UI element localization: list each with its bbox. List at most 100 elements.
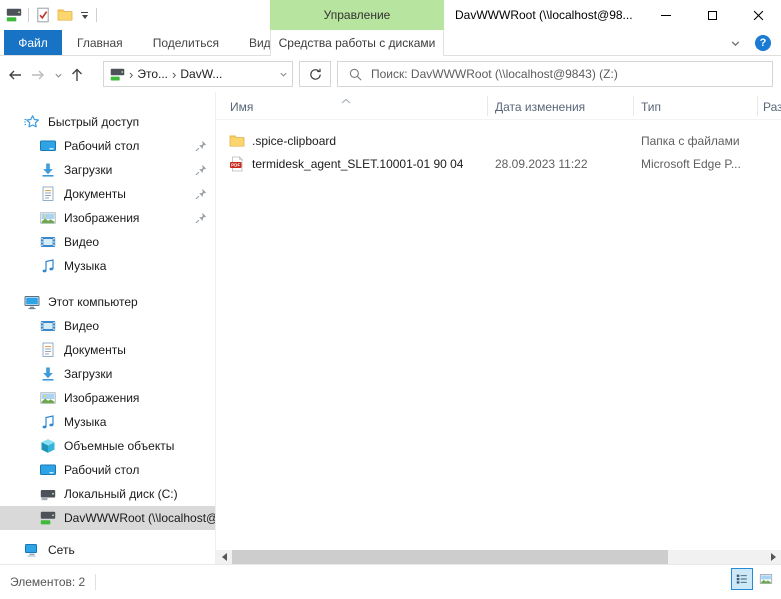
quick-access-star-icon	[24, 114, 40, 130]
thumbnails-view-button[interactable]	[755, 568, 777, 590]
up-button[interactable]	[68, 66, 86, 84]
column-header-name[interactable]: Имя	[230, 100, 253, 114]
pin-icon	[195, 140, 207, 152]
pin-icon	[195, 188, 207, 200]
sidebar-item-pc-desktop[interactable]: Рабочий стол	[0, 458, 215, 482]
sort-ascending-icon[interactable]	[341, 93, 351, 99]
sidebar-item-pc-videos[interactable]: Видео	[0, 314, 215, 338]
file-name[interactable]: termidesk_agent_SLET.10001-01 90 04	[252, 157, 463, 171]
sidebar-item-pc-music[interactable]: Музыка	[0, 410, 215, 434]
pdf-icon: PDF	[229, 156, 245, 172]
contextual-tab-group-header[interactable]: Управление	[270, 0, 444, 30]
breadcrumb-item-current-folder[interactable]: DavW...	[180, 67, 222, 81]
tab-drive-tools[interactable]: Средства работы с дисками	[270, 30, 444, 56]
sidebar-item-pc-downloads[interactable]: Загрузки	[0, 362, 215, 386]
network-drive-icon	[40, 510, 56, 526]
scrollbar-thumb[interactable]	[232, 550, 668, 564]
sidebar-item-local-disk-c[interactable]: Локальный диск (C:)	[0, 482, 215, 506]
content-area: Быстрый доступ Рабочий стол Загрузки Док…	[0, 92, 781, 564]
items-count: Элементов: 2	[10, 575, 85, 589]
sidebar-item-this-pc[interactable]: Этот компьютер	[0, 290, 215, 314]
local-disk-icon	[40, 486, 56, 502]
separator	[96, 8, 97, 22]
file-list: Имя Дата изменения Тип Разм .spice-clipb…	[216, 92, 781, 564]
document-icon	[40, 186, 56, 202]
file-type: Microsoft Edge P...	[641, 157, 741, 171]
breadcrumb-item-this-pc[interactable]: Это...	[137, 67, 168, 81]
column-header-type[interactable]: Тип	[641, 100, 661, 114]
sidebar-item-3d-objects[interactable]: Объемные объекты	[0, 434, 215, 458]
file-name[interactable]: .spice-clipboard	[252, 134, 336, 148]
video-icon	[40, 234, 56, 250]
triangle-left-icon	[222, 553, 227, 561]
horizontal-scrollbar[interactable]	[216, 550, 781, 564]
refresh-button[interactable]	[299, 61, 331, 87]
sidebar-item-pictures[interactable]: Изображения	[0, 206, 215, 230]
scroll-left-button[interactable]	[216, 550, 232, 564]
folder-icon	[229, 133, 245, 149]
expand-ribbon-chevron-icon[interactable]	[730, 38, 741, 49]
music-icon	[40, 414, 56, 430]
chevron-down-icon	[82, 15, 88, 19]
details-view-button[interactable]	[731, 568, 753, 590]
scroll-right-button[interactable]	[765, 550, 781, 564]
window-controls	[643, 0, 781, 30]
pictures-icon	[40, 210, 56, 226]
column-header-size[interactable]: Разм	[763, 100, 781, 114]
music-icon	[40, 258, 56, 274]
sidebar-item-quick-access[interactable]: Быстрый доступ	[0, 110, 215, 134]
tab-home[interactable]: Главная	[62, 30, 138, 55]
sidebar-item-documents[interactable]: Документы	[0, 182, 215, 206]
recent-locations-button[interactable]	[49, 66, 67, 84]
search-icon	[348, 67, 363, 82]
window-title: DavWWWRoot (\\localhost@98...	[455, 0, 633, 30]
download-icon	[40, 366, 56, 382]
refresh-icon	[308, 67, 323, 82]
download-icon	[40, 162, 56, 178]
new-folder-button[interactable]	[57, 7, 73, 23]
maximize-button[interactable]	[689, 0, 735, 30]
network-icon	[24, 542, 40, 558]
document-icon	[40, 342, 56, 358]
back-button[interactable]	[6, 66, 24, 84]
address-bar[interactable]: › Это... › DavW...	[103, 61, 293, 87]
sidebar-item-music[interactable]: Музыка	[0, 254, 215, 278]
file-type: Папка с файлами	[641, 134, 740, 148]
column-separator[interactable]	[757, 96, 758, 116]
file-row-termidesk-agent[interactable]: PDF termidesk_agent_SLET.10001-01 90 04 …	[216, 153, 781, 175]
sidebar-item-network[interactable]: Сеть	[0, 538, 215, 562]
breadcrumb-separator: ›	[172, 67, 176, 82]
close-button[interactable]	[735, 0, 781, 30]
column-separator[interactable]	[487, 96, 488, 116]
tab-file[interactable]: Файл	[4, 30, 62, 55]
sidebar-item-downloads[interactable]: Загрузки	[0, 158, 215, 182]
pictures-icon	[40, 390, 56, 406]
arrow-up-icon	[69, 67, 85, 83]
thumbnails-view-icon	[759, 572, 773, 586]
address-dropdown-chevron-icon[interactable]	[279, 70, 288, 79]
column-header-date-modified[interactable]: Дата изменения	[495, 100, 585, 114]
3d-objects-icon	[40, 438, 56, 454]
navigation-pane: Быстрый доступ Рабочий стол Загрузки Док…	[0, 92, 216, 564]
explorer-window: Управление DavWWWRoot (\\localhost@98...…	[0, 0, 781, 599]
network-drive-icon	[110, 67, 125, 82]
sidebar-item-pc-documents[interactable]: Документы	[0, 338, 215, 362]
breadcrumb-separator: ›	[129, 67, 133, 82]
address-toolbar: › Это... › DavW...	[0, 56, 781, 92]
minimize-button[interactable]	[643, 0, 689, 30]
column-separator[interactable]	[633, 96, 634, 116]
forward-button[interactable]	[29, 66, 47, 84]
file-date: 28.09.2023 11:22	[495, 157, 588, 171]
customize-quick-access-button[interactable]	[79, 10, 90, 21]
tab-share[interactable]: Поделиться	[138, 30, 234, 55]
network-drive-icon	[6, 7, 22, 23]
properties-button[interactable]	[35, 7, 51, 23]
help-button[interactable]: ?	[755, 35, 771, 51]
desktop-icon	[40, 462, 56, 478]
sidebar-item-pc-pictures[interactable]: Изображения	[0, 386, 215, 410]
sidebar-item-desktop[interactable]: Рабочий стол	[0, 134, 215, 158]
sidebar-item-davwwwroot[interactable]: DavWWWRoot (\\localhost@9	[0, 506, 215, 530]
sidebar-item-videos[interactable]: Видео	[0, 230, 215, 254]
search-input[interactable]	[371, 67, 766, 81]
file-row-spice-clipboard[interactable]: .spice-clipboard Папка с файлами	[216, 130, 781, 152]
